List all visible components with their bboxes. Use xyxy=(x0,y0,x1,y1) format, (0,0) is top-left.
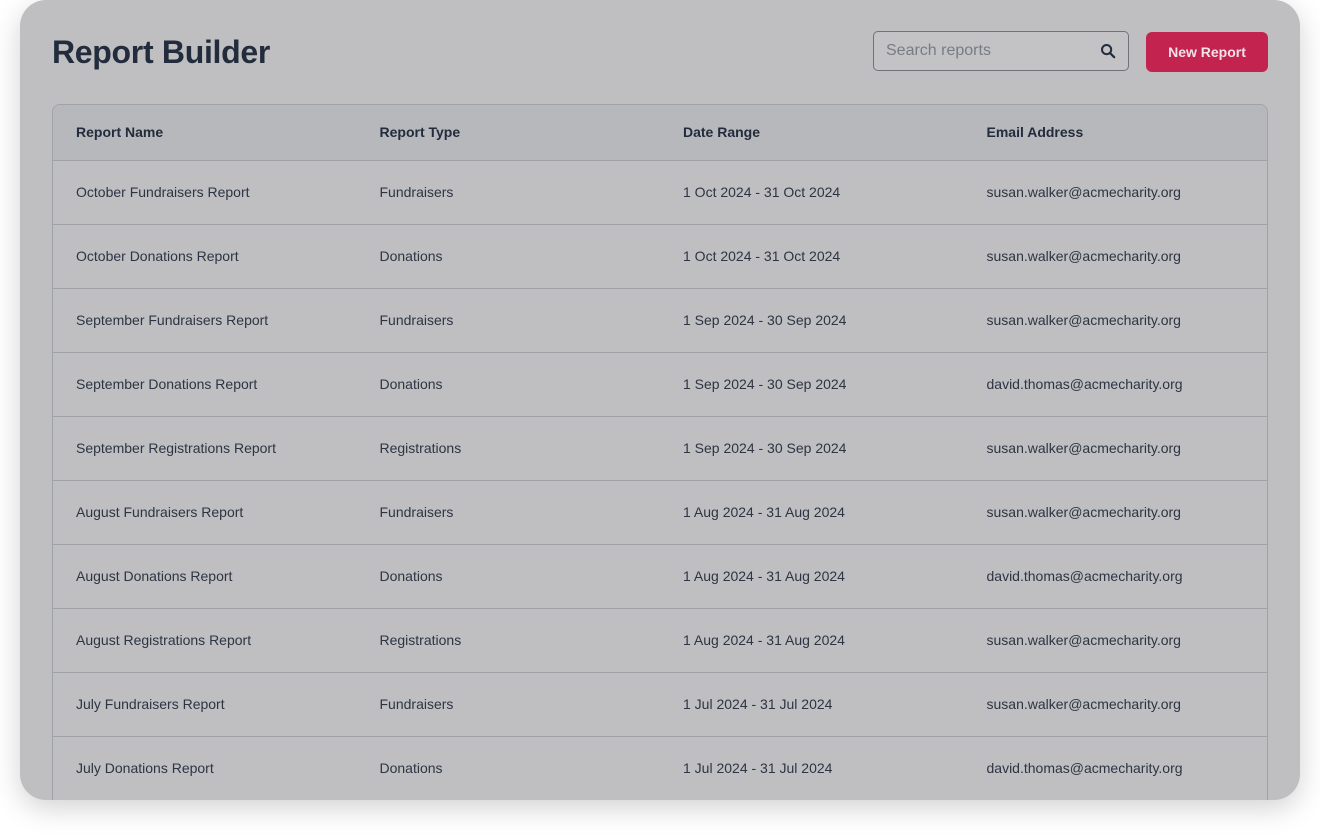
cell-date-range: 1 Jul 2024 - 31 Jul 2024 xyxy=(660,736,964,800)
cell-report-type: Donations xyxy=(356,352,660,417)
cell-report-name: August Donations Report xyxy=(53,544,357,609)
cell-report-name: July Fundraisers Report xyxy=(53,672,357,737)
table-row[interactable]: September Donations Report Donations 1 S… xyxy=(53,352,1267,417)
cell-report-name: October Fundraisers Report xyxy=(53,160,357,225)
column-header-date-range[interactable]: Date Range xyxy=(660,105,964,161)
cell-report-type: Fundraisers xyxy=(356,288,660,353)
search-icon[interactable] xyxy=(1100,43,1116,59)
cell-report-name: September Donations Report xyxy=(53,352,357,417)
cell-email-address: susan.walker@acmecharity.org xyxy=(963,672,1267,737)
cell-report-type: Donations xyxy=(356,544,660,609)
table-row[interactable]: July Fundraisers Report Fundraisers 1 Ju… xyxy=(53,672,1267,737)
table-row[interactable]: September Registrations Report Registrat… xyxy=(53,416,1267,481)
cell-report-type: Donations xyxy=(356,224,660,289)
table-row[interactable]: September Fundraisers Report Fundraisers… xyxy=(53,288,1267,353)
table-row[interactable]: August Registrations Report Registration… xyxy=(53,608,1267,673)
cell-report-name: September Registrations Report xyxy=(53,416,357,481)
cell-report-name: August Fundraisers Report xyxy=(53,480,357,545)
cell-report-type: Fundraisers xyxy=(356,480,660,545)
cell-date-range: 1 Sep 2024 - 30 Sep 2024 xyxy=(660,288,964,353)
cell-report-type: Fundraisers xyxy=(356,160,660,225)
table-row[interactable]: October Donations Report Donations 1 Oct… xyxy=(53,224,1267,289)
cell-email-address: susan.walker@acmecharity.org xyxy=(963,608,1267,673)
reports-table: Report Name Report Type Date Range Email… xyxy=(52,104,1268,800)
new-report-button[interactable]: New Report xyxy=(1146,32,1268,72)
cell-email-address: david.thomas@acmecharity.org xyxy=(963,736,1267,800)
cell-date-range: 1 Sep 2024 - 30 Sep 2024 xyxy=(660,352,964,417)
cell-email-address: susan.walker@acmecharity.org xyxy=(963,160,1267,225)
cell-email-address: susan.walker@acmecharity.org xyxy=(963,288,1267,353)
cell-email-address: david.thomas@acmecharity.org xyxy=(963,544,1267,609)
cell-date-range: 1 Aug 2024 - 31 Aug 2024 xyxy=(660,480,964,545)
column-header-report-name[interactable]: Report Name xyxy=(53,105,357,161)
cell-report-type: Registrations xyxy=(356,608,660,673)
table-row[interactable]: August Donations Report Donations 1 Aug … xyxy=(53,544,1267,609)
cell-report-name: July Donations Report xyxy=(53,736,357,800)
cell-date-range: 1 Aug 2024 - 31 Aug 2024 xyxy=(660,544,964,609)
search-input[interactable] xyxy=(874,32,1106,70)
cell-email-address: david.thomas@acmecharity.org xyxy=(963,352,1267,417)
cell-report-name: September Fundraisers Report xyxy=(53,288,357,353)
cell-report-name: August Registrations Report xyxy=(53,608,357,673)
report-builder-window: Report Builder New Report Report Name Re… xyxy=(20,0,1300,800)
cell-date-range: 1 Jul 2024 - 31 Jul 2024 xyxy=(660,672,964,737)
cell-date-range: 1 Aug 2024 - 31 Aug 2024 xyxy=(660,608,964,673)
cell-report-type: Registrations xyxy=(356,416,660,481)
table-row[interactable]: July Donations Report Donations 1 Jul 20… xyxy=(53,736,1267,800)
column-header-email-address[interactable]: Email Address xyxy=(963,105,1267,161)
table-row[interactable]: August Fundraisers Report Fundraisers 1 … xyxy=(53,480,1267,545)
table-header-row: Report Name Report Type Date Range Email… xyxy=(53,105,1267,161)
column-header-report-type[interactable]: Report Type xyxy=(356,105,660,161)
cell-report-name: October Donations Report xyxy=(53,224,357,289)
cell-report-type: Donations xyxy=(356,736,660,800)
cell-email-address: susan.walker@acmecharity.org xyxy=(963,480,1267,545)
search-box[interactable] xyxy=(873,31,1129,71)
cell-report-type: Fundraisers xyxy=(356,672,660,737)
page-title: Report Builder xyxy=(52,34,271,70)
cell-date-range: 1 Oct 2024 - 31 Oct 2024 xyxy=(660,160,964,225)
cell-email-address: susan.walker@acmecharity.org xyxy=(963,416,1267,481)
table-row[interactable]: October Fundraisers Report Fundraisers 1… xyxy=(53,160,1267,225)
cell-date-range: 1 Oct 2024 - 31 Oct 2024 xyxy=(660,224,964,289)
cell-email-address: susan.walker@acmecharity.org xyxy=(963,224,1267,289)
cell-date-range: 1 Sep 2024 - 30 Sep 2024 xyxy=(660,416,964,481)
